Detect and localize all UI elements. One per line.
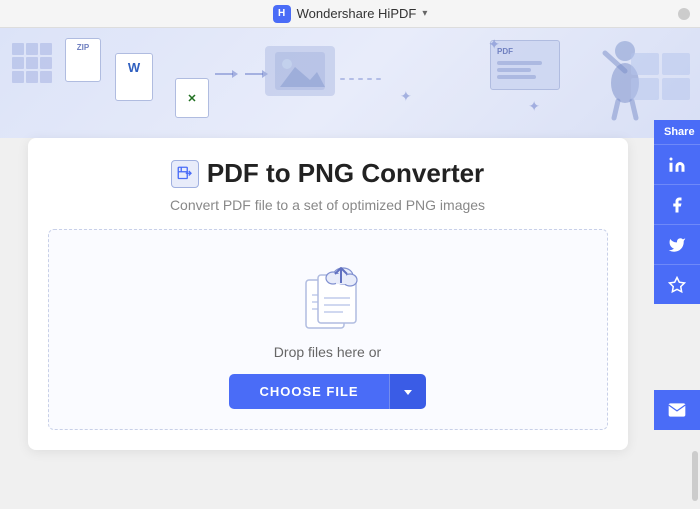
drop-text: Drop files here or xyxy=(274,344,381,360)
choose-file-dropdown-button[interactable] xyxy=(389,374,426,409)
converter-title-row: PDF to PNG Converter xyxy=(48,158,608,189)
share-sidebar: Share xyxy=(654,120,700,304)
upload-illustration xyxy=(288,260,368,330)
star-button[interactable] xyxy=(654,264,700,304)
choose-file-button[interactable]: CHOOSE FILE xyxy=(229,374,388,409)
email-button[interactable] xyxy=(654,390,700,430)
app-icon: H xyxy=(273,5,291,23)
converter-subtitle: Convert PDF file to a set of optimized P… xyxy=(48,197,608,213)
converter-title: PDF to PNG Converter xyxy=(207,158,484,189)
app-title: Wondershare HiPDF xyxy=(297,6,417,21)
title-dropdown-icon[interactable]: ▾ xyxy=(422,8,427,19)
converter-icon xyxy=(171,160,199,188)
main-content: PDF to PNG Converter Convert PDF file to… xyxy=(0,28,700,509)
share-label: Share xyxy=(654,120,700,144)
twitter-share-button[interactable] xyxy=(654,224,700,264)
scrollbar-indicator[interactable] xyxy=(692,451,698,501)
title-bar: H Wondershare HiPDF ▾ xyxy=(0,0,700,28)
drop-zone[interactable]: Drop files here or CHOOSE FILE xyxy=(48,229,608,430)
choose-file-row: CHOOSE FILE xyxy=(229,374,425,409)
window-close-button[interactable] xyxy=(678,8,690,20)
facebook-share-button[interactable] xyxy=(654,184,700,224)
content-card: PDF to PNG Converter Convert PDF file to… xyxy=(28,138,628,450)
linkedin-share-button[interactable] xyxy=(654,144,700,184)
